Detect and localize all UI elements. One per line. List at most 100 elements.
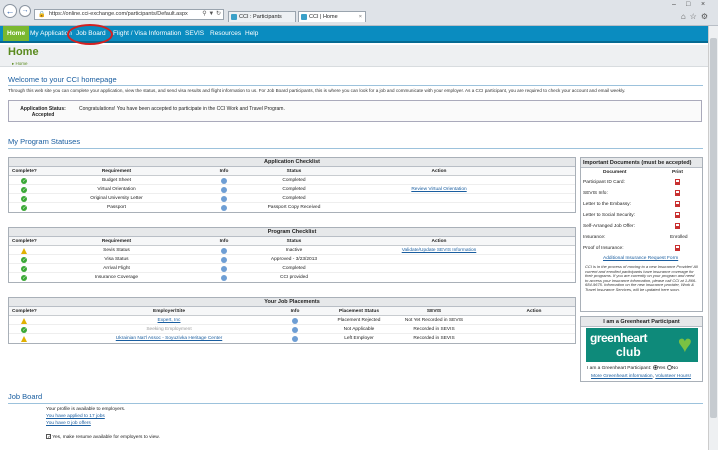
page-header: Home ▸ Home [0, 45, 708, 67]
nav-sevis[interactable]: SEVIS [181, 26, 208, 41]
address-bar[interactable]: 🔒 https://online.cci-exchange.com/partic… [34, 9, 224, 20]
pdf-icon[interactable] [675, 179, 680, 185]
greenheart-title: I am a Greenheart Participant [581, 317, 702, 327]
resume-label: Yes, make resume available for employers… [52, 434, 160, 440]
check-icon: ✓ [21, 265, 27, 272]
info-icon[interactable] [292, 326, 298, 333]
check-icon: ✓ [21, 274, 27, 281]
status-text: Completed [282, 187, 306, 192]
status-text: CCI provided [280, 275, 308, 280]
check-icon: ✓ [21, 195, 27, 202]
scrollbar-thumb[interactable] [710, 38, 717, 418]
document-row: Proof of Insurance: [581, 243, 702, 254]
address-actions-icon[interactable]: ⚲ ▼ ↻ [202, 10, 221, 19]
col-info: Info [290, 309, 300, 314]
warning-icon [21, 247, 27, 254]
col-status: Status [286, 239, 302, 244]
table-header: Complete? Employer/Site Info Placement S… [9, 307, 575, 316]
insurance-note: CCI is in the process of moving to a new… [585, 264, 698, 292]
col-requirement: Requirement [101, 169, 132, 174]
program-checklist: Program Checklist Complete? Requirement … [8, 227, 576, 283]
requirement-text: Virtual Orientation [97, 187, 136, 192]
validate-sevis-link[interactable]: Validate/Update SEVIS Information [389, 246, 489, 255]
program-checklist-title: Program Checklist [9, 228, 575, 237]
nav-help[interactable]: Help [241, 26, 262, 41]
job-offers-link[interactable]: You have 0 job offers [46, 421, 91, 426]
application-checklist: Application Checklist Complete? Requirem… [8, 157, 576, 213]
more-greenheart-link[interactable]: More Greenheart information [591, 374, 653, 379]
col-info: Info [219, 239, 229, 244]
resume-checkbox[interactable]: ✓ [46, 434, 51, 439]
back-button[interactable]: ← [3, 4, 17, 18]
pdf-icon[interactable] [675, 245, 680, 251]
maximize-icon[interactable]: □ [686, 1, 690, 8]
nav-flight-visa[interactable]: Flight / Visa Information [109, 26, 185, 41]
employer-link[interactable]: Ukrainian Nat'l Assoc - Soyuzivka Herita… [89, 334, 249, 343]
important-documents: Important Documents (must be accepted) D… [580, 157, 703, 312]
employer-text: Seeking Employment [146, 327, 192, 332]
heart-icon: ♥ [677, 331, 692, 358]
forward-button[interactable]: → [19, 5, 31, 17]
info-icon[interactable] [292, 317, 298, 324]
favicon-icon [231, 14, 237, 20]
document-row: Insurance: Enrolled [581, 232, 702, 243]
table-row: ✓ Seeking Employment Not Applicable Reco… [9, 325, 575, 334]
info-icon[interactable] [292, 335, 298, 342]
tab-home[interactable]: CCI | Home × [298, 11, 366, 22]
table-row: ✓ Budget Sheet Completed [9, 176, 575, 185]
info-icon[interactable] [221, 256, 227, 263]
info-icon[interactable] [221, 195, 227, 202]
col-status: Status [286, 169, 302, 174]
minimize-icon[interactable]: – [672, 1, 676, 8]
close-window-icon[interactable]: × [701, 1, 705, 8]
pdf-icon[interactable] [675, 223, 680, 229]
info-icon[interactable] [221, 204, 227, 211]
table-row: ✓ Visa Status Approved - 3/23/2013 [9, 255, 575, 264]
document-label: Insurance: [583, 235, 606, 240]
tab-participants[interactable]: CCI : Participants [228, 11, 296, 22]
col-complete: Complete? [12, 239, 37, 244]
document-label: Participant ID Card: [583, 180, 625, 185]
breadcrumb[interactable]: ▸ Home [12, 61, 28, 67]
check-icon: ✓ [21, 177, 27, 184]
col-action: Action [431, 169, 447, 174]
info-icon[interactable] [221, 177, 227, 184]
info-icon[interactable] [221, 274, 227, 281]
greenheart-links: More Greenheart information, Volunteer H… [591, 374, 691, 379]
requirement-text: Budget Sheet [101, 178, 132, 183]
page-scrollbar[interactable] [708, 26, 718, 450]
status-label-group: Application Status: Accepted [15, 106, 71, 118]
col-action: Action [526, 309, 542, 314]
applied-jobs-link[interactable]: You have applied to 17 jobs [46, 414, 105, 419]
requirement-text: Arrival Flight [103, 266, 130, 271]
toolbar-icons[interactable]: ⌂☆⚙ [681, 12, 712, 21]
info-icon[interactable] [221, 265, 227, 272]
placement-status: Left Employer [344, 336, 374, 341]
divider [8, 148, 703, 149]
status-text: Approved - 3/23/2013 [270, 257, 318, 262]
col-action: Action [431, 239, 447, 244]
requirement-text: Original University Letter [90, 196, 143, 201]
pdf-icon[interactable] [675, 190, 680, 196]
pdf-icon[interactable] [675, 201, 680, 207]
info-icon[interactable] [221, 247, 227, 254]
close-tab-icon[interactable]: × [359, 12, 362, 22]
pdf-icon[interactable] [675, 212, 680, 218]
review-orientation-link[interactable]: Review Virtual Orientation [389, 185, 489, 194]
col-requirement: Requirement [101, 239, 132, 244]
requirement-text: Visa Status [104, 257, 129, 262]
divider [8, 403, 703, 404]
table-header: Complete? Requirement Info Status Action [9, 167, 575, 176]
favicon-icon [301, 14, 307, 20]
no-label: No [671, 365, 678, 371]
greenheart-logo: greenheart club ♥ [586, 328, 698, 362]
insurance-request-link[interactable]: Additional Insurance Request Form [603, 254, 678, 263]
insurance-link-row: Additional Insurance Request Form [581, 254, 702, 263]
nav-resources[interactable]: Resources [206, 26, 245, 41]
job-placements: Your Job Placements Complete? Employer/S… [8, 297, 576, 344]
info-icon[interactable] [221, 186, 227, 193]
volunteer-hours-link[interactable]: Volunteer Hours! [655, 374, 691, 379]
table-row: Ukrainian Nat'l Assoc - Soyuzivka Herita… [9, 334, 575, 343]
employer-link[interactable]: Expert, Inc [89, 316, 249, 325]
check-icon: ✓ [21, 186, 27, 193]
